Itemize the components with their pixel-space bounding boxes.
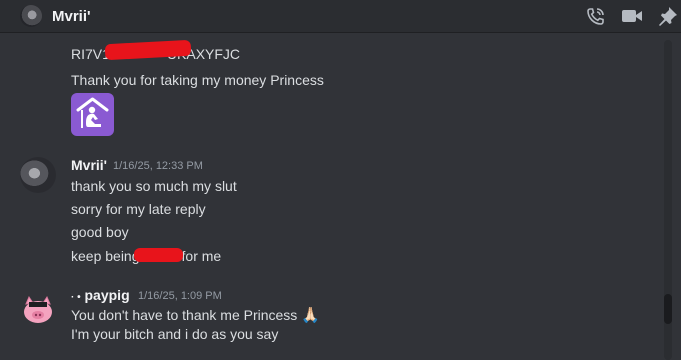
message-line: I'm your bitch and i do as you say [71, 326, 279, 342]
message-line: thank you so much my slut [71, 178, 237, 194]
message-author[interactable]: · • paypig [71, 287, 130, 303]
message-timestamp: 1/16/25, 12:33 PM [113, 160, 203, 172]
folded-hands-emoji: 🙏🏻 [301, 307, 320, 324]
message-line: Thank you for taking my money Princess [71, 72, 324, 88]
message-timestamp: 1/16/25, 1:09 PM [138, 290, 222, 302]
user-avatar[interactable] [20, 157, 56, 193]
pin-icon[interactable] [657, 6, 679, 26]
message-line: You don't have to thank me Princess 🙏🏻 [71, 306, 320, 324]
message-line: good boy [71, 224, 129, 240]
message-author[interactable]: Mvrii' [71, 157, 107, 173]
channel-header: Mvrii' [0, 0, 681, 33]
phone-call-icon[interactable] [585, 6, 607, 26]
author-prefix: · • [71, 292, 81, 303]
channel-title[interactable]: Mvrii' [52, 8, 91, 25]
scrollbar-thumb[interactable] [664, 294, 672, 324]
redaction-mark [134, 248, 183, 262]
kneeling-person-emoji[interactable] [71, 93, 114, 136]
video-call-icon[interactable] [621, 6, 643, 26]
message-line: sorry for my late reply [71, 201, 206, 217]
pig-avatar[interactable] [20, 291, 56, 327]
author-name: paypig [84, 287, 130, 303]
header-avatar[interactable] [20, 5, 42, 27]
message-text: You don't have to thank me Princess [71, 307, 298, 323]
message-text-start: keep being [71, 248, 140, 264]
message-text-end: for me [181, 248, 222, 264]
